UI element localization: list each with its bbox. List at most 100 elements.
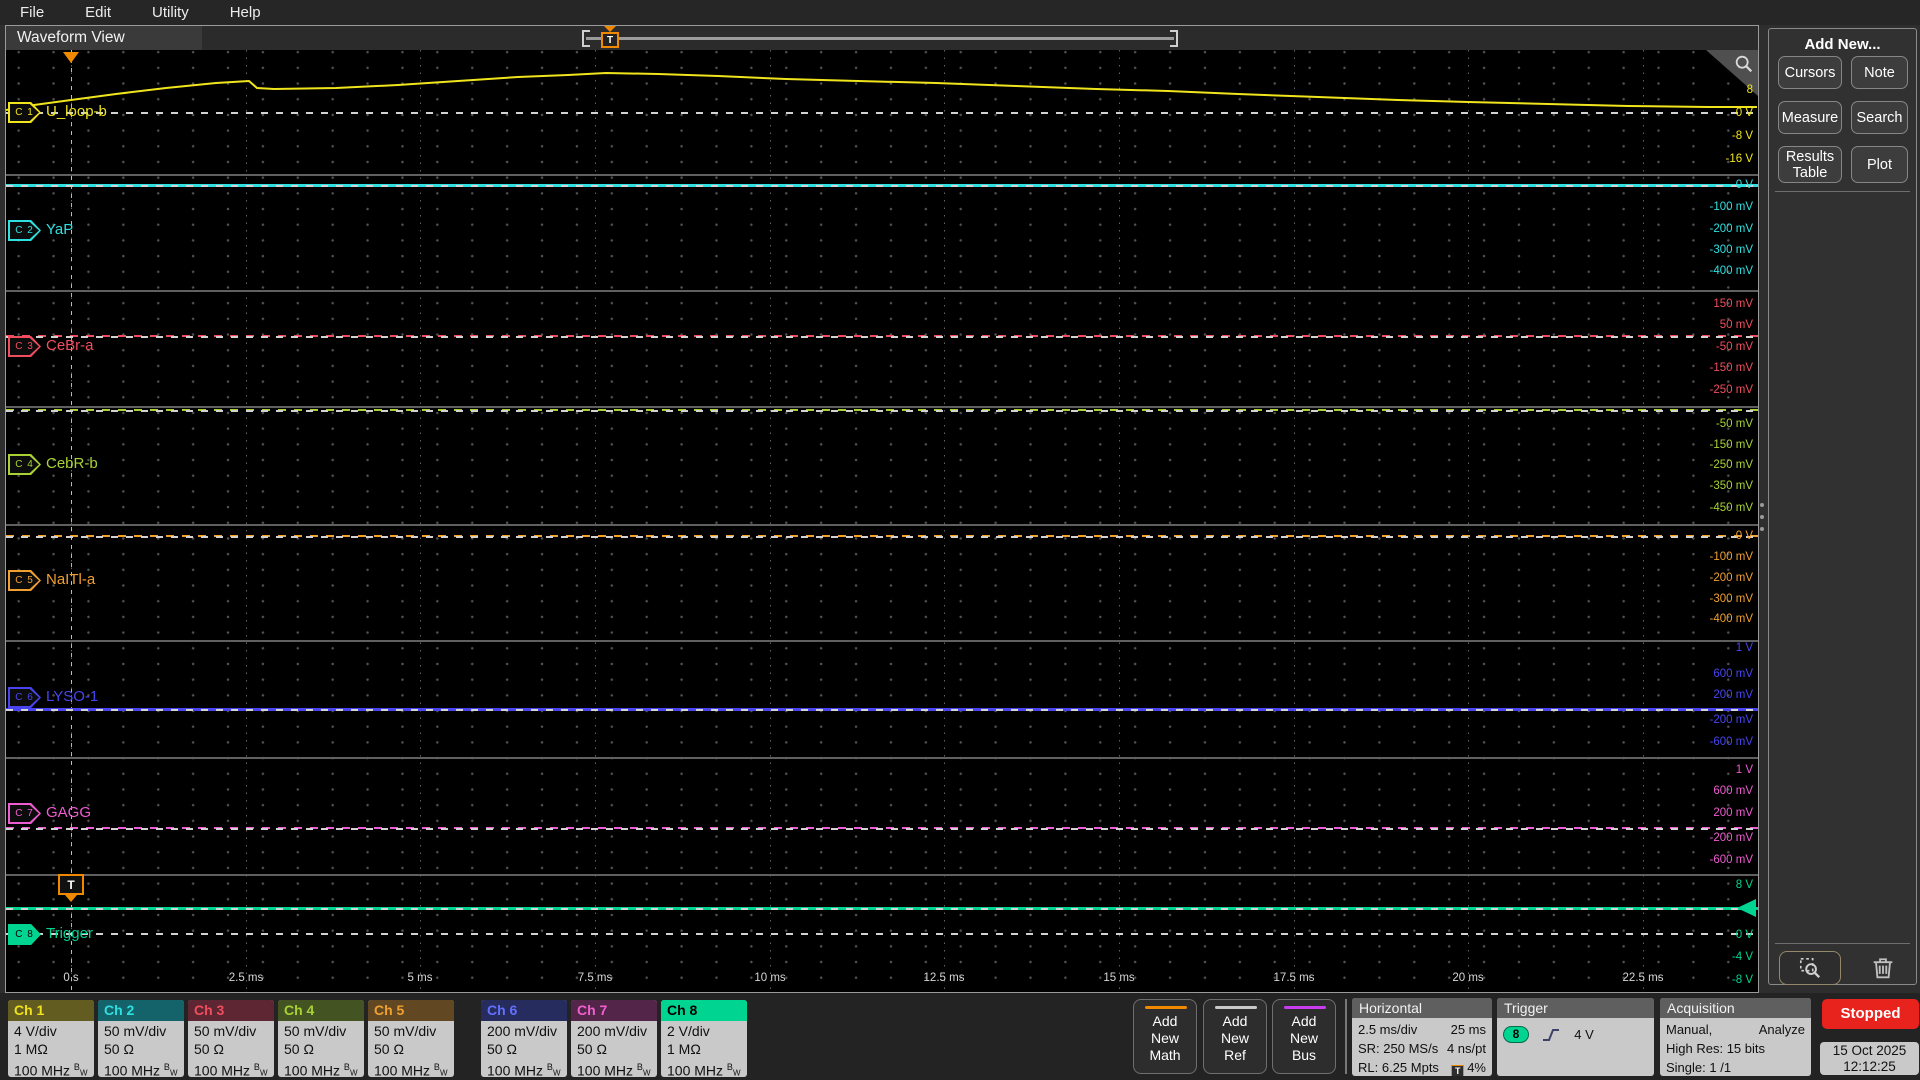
c2-channel-name[interactable]: YaP — [46, 219, 73, 240]
trash-button[interactable] — [1863, 951, 1903, 985]
add-new-math-button[interactable]: Add New Math — [1133, 999, 1197, 1074]
c5-axis-label: 0 V — [1735, 530, 1753, 542]
time-tick-label: 0 s — [63, 972, 79, 984]
add-new-ref-button[interactable]: Add New Ref — [1203, 999, 1267, 1074]
add-new-title: Add New... — [1804, 36, 1881, 53]
bw-limit-icon-w: W — [169, 1068, 178, 1077]
trigger-settings-panel[interactable]: Trigger 8 4 V — [1497, 998, 1654, 1076]
add-new-note[interactable]: Note — [1851, 56, 1908, 89]
time-tick-label: 12.5 ms — [923, 972, 965, 984]
trigger-t-icon: T — [1451, 1065, 1465, 1076]
bandwidth: 100 MHz BW — [667, 1058, 747, 1077]
c5-channel-name[interactable]: NaITl-a — [46, 569, 95, 590]
input-impedance: 50 Ω — [487, 1041, 517, 1057]
c1-axis-label: 0 V — [1735, 107, 1753, 119]
horizontal-settings-panel[interactable]: Horizontal 2.5 ms/div 25 ms SR: 250 MS/s… — [1352, 998, 1492, 1076]
panel-divider — [1775, 943, 1910, 944]
c7-channel-tag[interactable]: C 7 — [8, 803, 41, 824]
sample-rate: SR: 250 MS/s — [1358, 1041, 1439, 1056]
menu-utility[interactable]: Utility — [152, 4, 189, 21]
menu-edit[interactable]: Edit — [85, 4, 111, 21]
overview-left-bracket[interactable] — [582, 30, 590, 47]
trigger-level-value: 4 V — [1574, 1027, 1594, 1043]
acquisition-settings-panel[interactable]: Acquisition Manual, Analyze High Res: 15… — [1660, 998, 1811, 1076]
c3-channel-name[interactable]: CeBr-a — [46, 335, 94, 356]
add-new-measure[interactable]: Measure — [1778, 101, 1842, 134]
add-new-results-table[interactable]: Results Table — [1778, 146, 1842, 183]
run-state-button[interactable]: Stopped — [1822, 999, 1919, 1029]
c6-channel-tag[interactable]: C 6 — [8, 687, 41, 708]
add-new-search[interactable]: Search — [1851, 101, 1908, 134]
sample-interval: 4 ns/pt — [1446, 1041, 1486, 1056]
oscilloscope-screen: { "menu_bar": { "items": [ {"label":"Fil… — [0, 0, 1920, 1080]
ch4-badge[interactable]: Ch 4 50 mV/div 50 Ω 100 MHz BW — [278, 1000, 364, 1077]
record-length: RL: 6.25 Mpts — [1358, 1060, 1439, 1075]
c1-axis-label: -16 V — [1725, 153, 1754, 165]
c4-axis-label: -250 mV — [1709, 459, 1753, 471]
trigger-level-arrow-icon[interactable] — [1737, 899, 1756, 917]
ch1-badge-settings: 4 V/div 1 MΩ 100 MHz BW — [8, 1021, 94, 1077]
c6-channel-name[interactable]: LYSO-1 — [46, 686, 98, 707]
menu-help[interactable]: Help — [230, 4, 261, 21]
c1-axis-label: -8 V — [1731, 130, 1753, 142]
c1-channel-tag[interactable]: C 1 — [8, 102, 41, 123]
c5-channel-tag[interactable]: C 5 — [8, 570, 41, 591]
add-new-plot[interactable]: Plot — [1851, 146, 1908, 183]
trigger-position-caret-icon[interactable] — [63, 52, 79, 63]
ch8-badge-settings: 2 V/div 1 MΩ 100 MHz BW — [661, 1021, 747, 1077]
c7-channel-name[interactable]: GAGG — [46, 802, 91, 823]
trigger-source-marker[interactable]: T — [58, 874, 84, 895]
bw-limit-icon-w: W — [79, 1068, 88, 1077]
input-impedance: 50 Ω — [284, 1041, 314, 1057]
vertical-scale: 200 mV/div — [577, 1023, 648, 1039]
acquisition-analyze: Analyze — [1758, 1022, 1805, 1037]
ch3-badge-title: Ch 3 — [188, 1000, 274, 1021]
bandwidth-value: 100 MHz — [284, 1062, 341, 1077]
add-new-cursors[interactable]: Cursors — [1778, 56, 1842, 89]
waveform-plot-area[interactable]: T 8 0 V -8 V -16 V C 1 U_loop-b 0 V -100 mV -200… — [6, 50, 1758, 992]
bus-color-bar — [1284, 1006, 1326, 1009]
ch8-badge[interactable]: Ch 8 2 V/div 1 MΩ 100 MHz BW — [661, 1000, 747, 1077]
ch6-badge[interactable]: Ch 6 200 mV/div 50 Ω 100 MHz BW — [481, 1000, 567, 1077]
c7-axis-label: 200 mV — [1713, 807, 1753, 819]
ch1-badge[interactable]: Ch 1 4 V/div 1 MΩ 100 MHz BW — [8, 1000, 94, 1077]
time-label: 12:12:25 — [1843, 1059, 1896, 1074]
ch2-badge-title: Ch 2 — [98, 1000, 184, 1021]
c8-channel-name[interactable]: Trigger — [46, 923, 93, 944]
input-impedance: 1 MΩ — [667, 1041, 701, 1057]
panel-splitter-handle[interactable] — [1760, 503, 1764, 507]
ch6-badge-title: Ch 6 — [481, 1000, 567, 1021]
ch2-badge[interactable]: Ch 2 50 mV/div 50 Ω 100 MHz BW — [98, 1000, 184, 1077]
input-impedance: 50 Ω — [194, 1041, 224, 1057]
ch6-badge-settings: 200 mV/div 50 Ω 100 MHz BW — [481, 1021, 567, 1077]
c2-channel-tag[interactable]: C 2 — [8, 220, 41, 241]
overview-trigger-marker[interactable]: T — [601, 32, 619, 48]
ch3-badge[interactable]: Ch 3 50 mV/div 50 Ω 100 MHz BW — [188, 1000, 274, 1077]
tab-waveform-view[interactable]: Waveform View — [6, 26, 202, 50]
c1-channel-name[interactable]: U_loop-b — [46, 101, 107, 122]
overview-right-bracket[interactable] — [1170, 30, 1178, 47]
zoom-select-button[interactable] — [1779, 951, 1841, 985]
horizontal-window: 25 ms — [1450, 1022, 1486, 1037]
c3-axis-label: -250 mV — [1709, 384, 1753, 396]
math-color-bar — [1145, 1006, 1187, 1009]
c7-axis-label: -200 mV — [1709, 832, 1753, 844]
c3-channel-tag[interactable]: C 3 — [8, 336, 41, 357]
add-new-bus-button[interactable]: Add New Bus — [1272, 999, 1336, 1074]
ch7-badge[interactable]: Ch 7 200 mV/div 50 Ω 100 MHz BW — [571, 1000, 657, 1077]
c8-channel-tag[interactable]: C 8 — [8, 924, 41, 945]
c2-axis-label: 0 V — [1735, 179, 1753, 191]
ch5-badge-title: Ch 5 — [368, 1000, 454, 1021]
separator — [1345, 999, 1347, 1074]
c4-channel-tag[interactable]: C 4 — [8, 454, 41, 475]
bandwidth: 100 MHz BW — [284, 1058, 364, 1077]
record-overview-bar[interactable] — [586, 37, 1174, 40]
ch5-badge[interactable]: Ch 5 50 mV/div 50 Ω 100 MHz BW — [368, 1000, 454, 1077]
menu-file[interactable]: File — [20, 4, 44, 21]
c4-channel-name[interactable]: CebR-b — [46, 453, 98, 474]
zoom-select-icon — [1799, 957, 1821, 979]
acquisition-resolution: High Res: 15 bits — [1666, 1041, 1765, 1056]
datetime-badge: 15 Oct 2025 12:12:25 — [1820, 1042, 1919, 1075]
trigger-source-marker-point-icon — [65, 895, 77, 902]
c5-axis-label: -300 mV — [1709, 593, 1753, 605]
